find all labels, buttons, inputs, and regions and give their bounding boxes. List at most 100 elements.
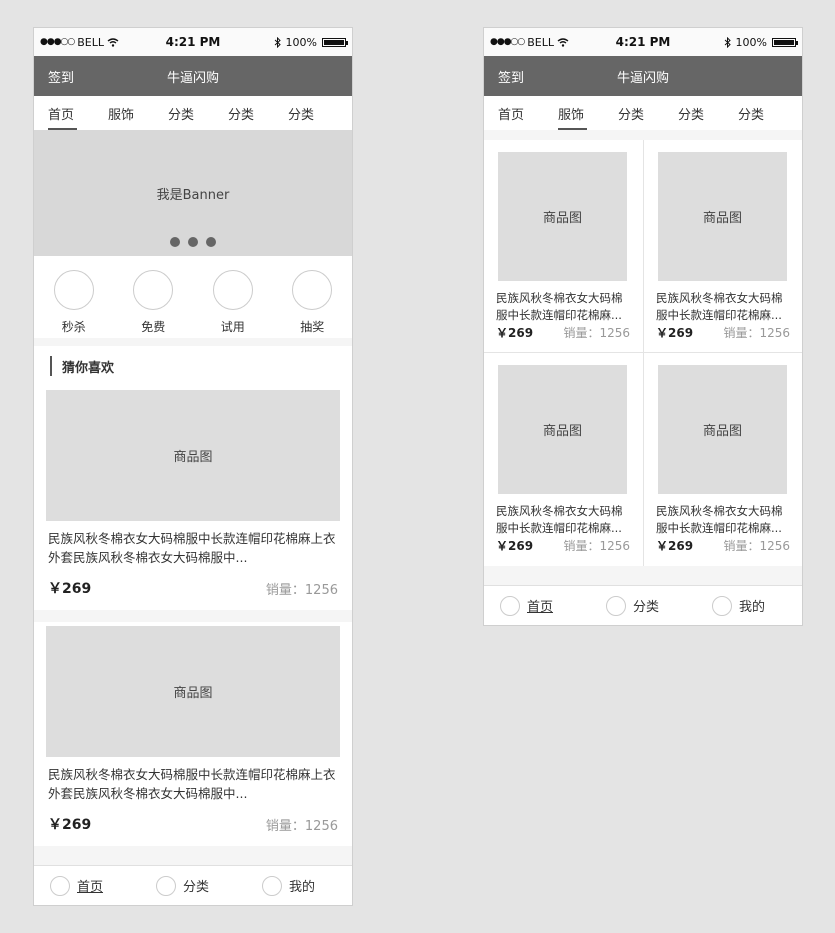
battery-icon	[322, 37, 348, 47]
product-image: 商品图	[498, 365, 627, 494]
bottom-tab-bar: 首页 分类 我的	[34, 865, 352, 905]
product-description: 民族风秋冬棉衣女大码棉服中长款连帽印花棉麻上衣外套民族风秋冬棉衣女大码棉服中..…	[48, 531, 336, 565]
apparel-screen: ●●●○○ BELL 4:21 PM 100% 签到 牛逼闪购 首页 服饰 分类…	[483, 27, 803, 626]
indicator-dot[interactable]	[170, 237, 180, 247]
battery-label: 100%	[285, 35, 317, 49]
product-card[interactable]: 商品图 民族风秋冬棉衣女大码棉服中长款连帽印花棉麻上衣外套民族风秋冬棉衣女大码棉…	[34, 386, 352, 610]
product-image: 商品图	[658, 365, 787, 494]
quick-free[interactable]: 免费	[114, 270, 194, 338]
tab-apparel[interactable]: 服饰	[558, 96, 618, 130]
free-icon	[133, 270, 174, 310]
product-description: 民族风秋冬棉衣女大码棉服中长款连帽印花棉麻上衣外套民族风秋冬棉衣女大码棉服中..…	[48, 767, 336, 801]
quick-label: 秒杀	[61, 320, 86, 334]
signal-icon: ●●●○○	[490, 37, 525, 47]
section-header: 猜你喜欢	[34, 346, 352, 386]
banner[interactable]: 我是Banner	[34, 130, 352, 256]
quick-flash-sale[interactable]: 秒杀	[34, 270, 114, 338]
battery-label: 100%	[735, 35, 767, 49]
quick-label: 试用	[220, 320, 245, 334]
nav-bar: 签到 牛逼闪购	[484, 56, 802, 96]
tabbar-profile[interactable]: 我的	[696, 595, 802, 616]
indicator-dot[interactable]	[206, 237, 216, 247]
product-grid: 商品图 民族风秋冬棉衣女大码棉服中长款连帽印花棉麻... ￥269 销量：1256…	[484, 140, 802, 566]
product-price: ￥269	[496, 326, 534, 340]
tab-home[interactable]: 首页	[498, 96, 558, 130]
product-sales: 销量：1256	[265, 818, 338, 834]
product-image: 商品图	[498, 152, 627, 281]
tabbar-profile[interactable]: 我的	[246, 875, 352, 896]
product-price: ￥269	[656, 539, 694, 553]
quick-lottery[interactable]: 抽奖	[273, 270, 353, 338]
trial-icon	[212, 270, 253, 310]
banner-text: 我是Banner	[156, 187, 230, 203]
status-bar: ●●●○○ BELL 4:21 PM 100%	[34, 28, 352, 56]
home-screen: ●●●○○ BELL 4:21 PM 100% 签到 牛逼闪购 首页 服饰 分类…	[33, 27, 353, 906]
tabbar-home[interactable]: 首页	[34, 875, 140, 896]
product-price: ￥269	[48, 581, 92, 597]
product-sales: 销量：1256	[723, 326, 790, 340]
product-image: 商品图	[46, 390, 340, 521]
tabbar-category[interactable]: 分类	[590, 595, 696, 616]
bluetooth-icon	[724, 36, 731, 48]
product-sales: 销量：1256	[723, 539, 790, 553]
carrier-label: BELL	[527, 35, 555, 49]
section-marker	[50, 356, 52, 376]
product-card[interactable]: 商品图 民族风秋冬棉衣女大码棉服中长款连帽印花棉麻... ￥269 销量：1256	[644, 353, 802, 566]
product-image-label: 商品图	[542, 211, 582, 226]
quick-label: 免费	[141, 320, 166, 334]
signin-button[interactable]: 签到	[48, 67, 74, 86]
tab-category-3[interactable]: 分类	[288, 96, 348, 130]
bottom-tab-bar: 首页 分类 我的	[484, 585, 802, 625]
product-description: 民族风秋冬棉衣女大码棉服中长款连帽印花棉麻...	[656, 291, 783, 322]
product-sales: 销量：1256	[265, 582, 338, 598]
tab-category-1[interactable]: 分类	[168, 96, 228, 130]
product-sales: 销量：1256	[563, 326, 630, 340]
product-card[interactable]: 商品图 民族风秋冬棉衣女大码棉服中长款连帽印花棉麻... ￥269 销量：1256	[484, 140, 644, 353]
battery-icon	[772, 37, 798, 47]
bluetooth-icon	[274, 36, 281, 48]
product-card[interactable]: 商品图 民族风秋冬棉衣女大码棉服中长款连帽印花棉麻... ￥269 销量：1256	[484, 353, 644, 566]
product-description: 民族风秋冬棉衣女大码棉服中长款连帽印花棉麻...	[656, 504, 783, 535]
tab-category-1[interactable]: 分类	[618, 96, 678, 130]
tab-category-2[interactable]: 分类	[678, 96, 738, 130]
signal-icon: ●●●○○	[40, 37, 75, 47]
tab-category-2[interactable]: 分类	[228, 96, 288, 130]
quick-label: 抽奖	[300, 320, 325, 334]
product-image-label: 商品图	[173, 686, 213, 701]
tab-home[interactable]: 首页	[48, 96, 108, 130]
tab-apparel[interactable]: 服饰	[108, 96, 168, 130]
product-sales: 销量：1256	[563, 539, 630, 553]
nav-bar: 签到 牛逼闪购	[34, 56, 352, 96]
banner-indicators	[34, 237, 352, 247]
tabbar-home[interactable]: 首页	[484, 595, 590, 616]
product-image-label: 商品图	[542, 424, 582, 439]
tabbar-category[interactable]: 分类	[140, 875, 246, 896]
lottery-icon	[292, 270, 333, 310]
product-description: 民族风秋冬棉衣女大码棉服中长款连帽印花棉麻...	[496, 504, 623, 535]
indicator-dot[interactable]	[188, 237, 198, 247]
category-icon	[156, 875, 176, 896]
quick-entries: 秒杀 免费 试用 抽奖	[34, 256, 352, 338]
product-price: ￥269	[496, 539, 534, 553]
tabbar-label: 我的	[289, 880, 316, 895]
product-image-label: 商品图	[702, 424, 742, 439]
profile-icon	[712, 595, 732, 616]
product-card[interactable]: 商品图 民族风秋冬棉衣女大码棉服中长款连帽印花棉麻上衣外套民族风秋冬棉衣女大码棉…	[34, 622, 352, 846]
tab-category-3[interactable]: 分类	[738, 96, 798, 130]
product-card[interactable]: 商品图 民族风秋冬棉衣女大码棉服中长款连帽印花棉麻... ￥269 销量：1256	[644, 140, 802, 353]
category-icon	[606, 595, 626, 616]
category-tabs: 首页 服饰 分类 分类 分类	[34, 96, 352, 130]
tabbar-label: 首页	[77, 880, 104, 895]
page-title: 牛逼闪购	[616, 70, 669, 86]
tabbar-label: 我的	[739, 600, 766, 615]
quick-trial[interactable]: 试用	[193, 270, 273, 338]
page-title: 牛逼闪购	[166, 70, 219, 86]
tabbar-label: 首页	[527, 600, 554, 615]
flash-sale-icon	[53, 270, 94, 310]
wifi-icon	[557, 37, 569, 47]
product-price: ￥269	[48, 817, 92, 833]
profile-icon	[262, 875, 282, 896]
signin-button[interactable]: 签到	[498, 67, 524, 86]
tabbar-label: 分类	[633, 600, 660, 615]
product-image: 商品图	[46, 626, 340, 757]
